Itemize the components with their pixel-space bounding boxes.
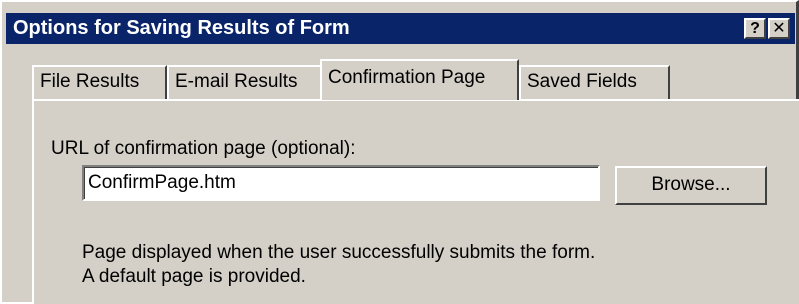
dialog-window: Options for Saving Results of Form ? ✕ F… — [0, 0, 799, 304]
title-bar[interactable]: Options for Saving Results of Form ? ✕ — [6, 13, 795, 44]
url-label: URL of confirmation page (optional): — [51, 138, 356, 159]
tab-saved-fields[interactable]: Saved Fields — [519, 65, 670, 99]
description-line-2: A default page is provided. — [82, 266, 306, 287]
tab-confirmation-page[interactable]: Confirmation Page — [320, 59, 519, 100]
help-button[interactable]: ? — [744, 18, 766, 39]
close-button[interactable]: ✕ — [768, 18, 790, 39]
help-icon: ? — [750, 20, 760, 37]
description-line-1: Page displayed when the user successfull… — [82, 242, 596, 263]
tab-email-results[interactable]: E-mail Results — [167, 65, 322, 99]
tab-file-results[interactable]: File Results — [32, 65, 167, 99]
confirmation-url-input[interactable] — [82, 165, 600, 201]
window-title: Options for Saving Results of Form — [13, 17, 350, 39]
tab-panel-confirmation: URL of confirmation page (optional): Bro… — [32, 99, 799, 304]
close-icon: ✕ — [772, 20, 786, 37]
browse-button[interactable]: Browse... — [615, 166, 767, 205]
